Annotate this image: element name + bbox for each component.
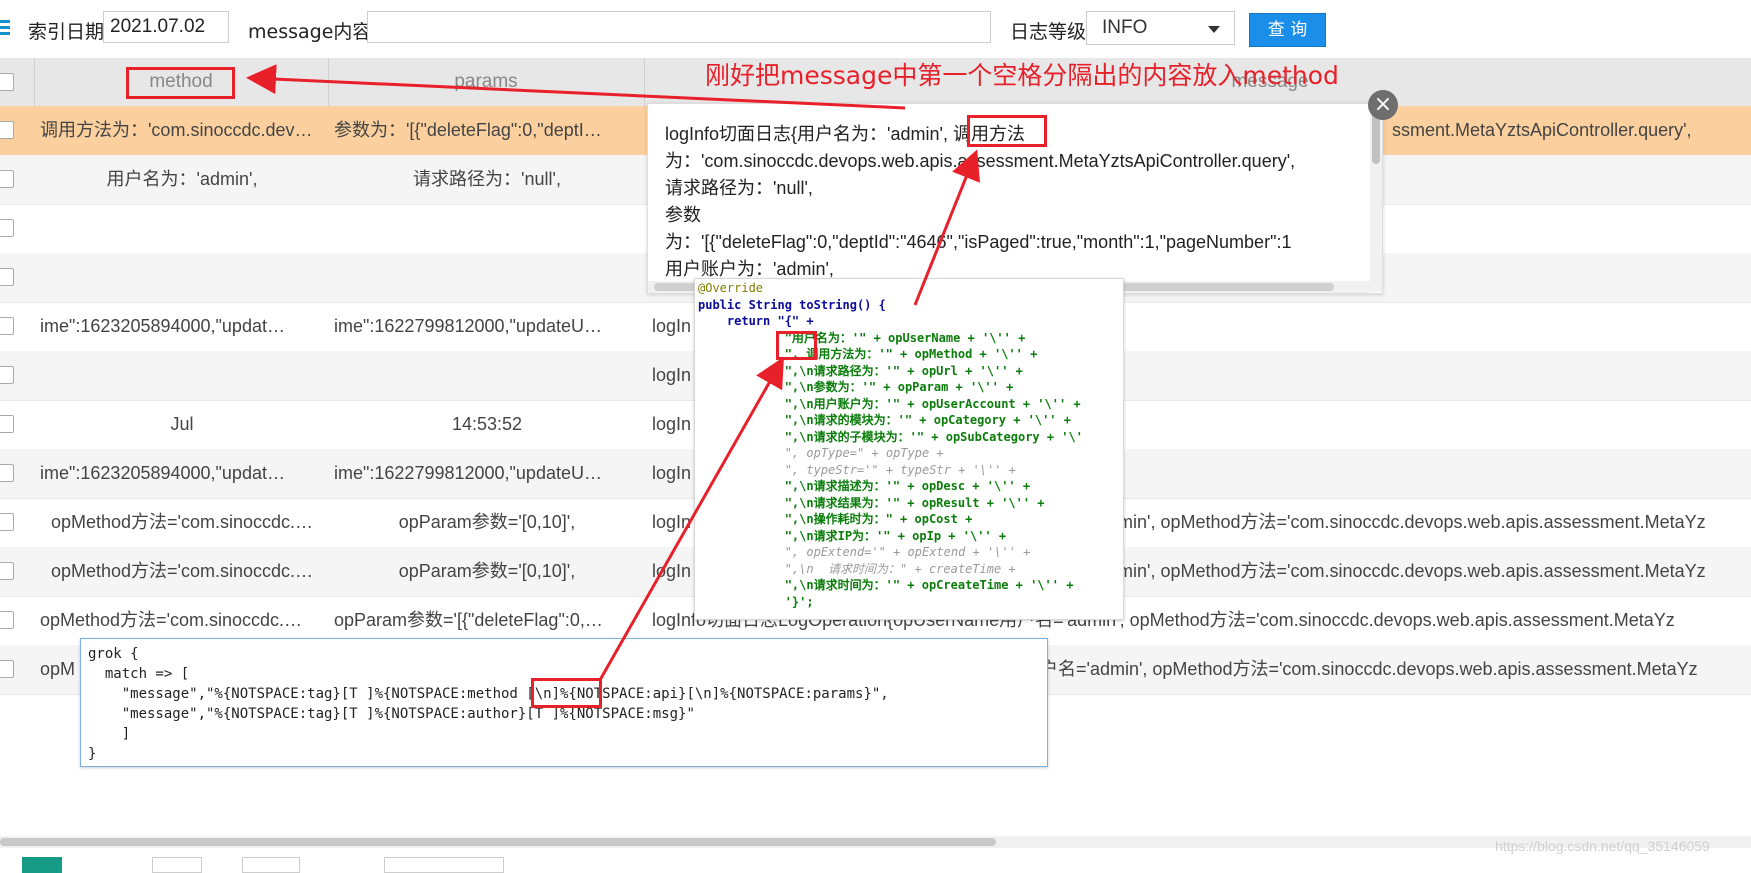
pager-page-size[interactable] (152, 857, 202, 873)
pager-jump-input[interactable] (242, 857, 300, 873)
pager-info (384, 857, 504, 873)
watermark-text: https://blog.csdn.net/qq_35146059 (1495, 838, 1710, 854)
table-horizontal-scrollbar[interactable] (0, 836, 1751, 848)
arrow-to-tostring (598, 356, 784, 681)
pager-page-1[interactable] (22, 857, 62, 873)
annotation-arrows (246, 64, 981, 681)
arrow-to-method-header (246, 64, 906, 110)
arrow-to-call-method (913, 149, 981, 306)
